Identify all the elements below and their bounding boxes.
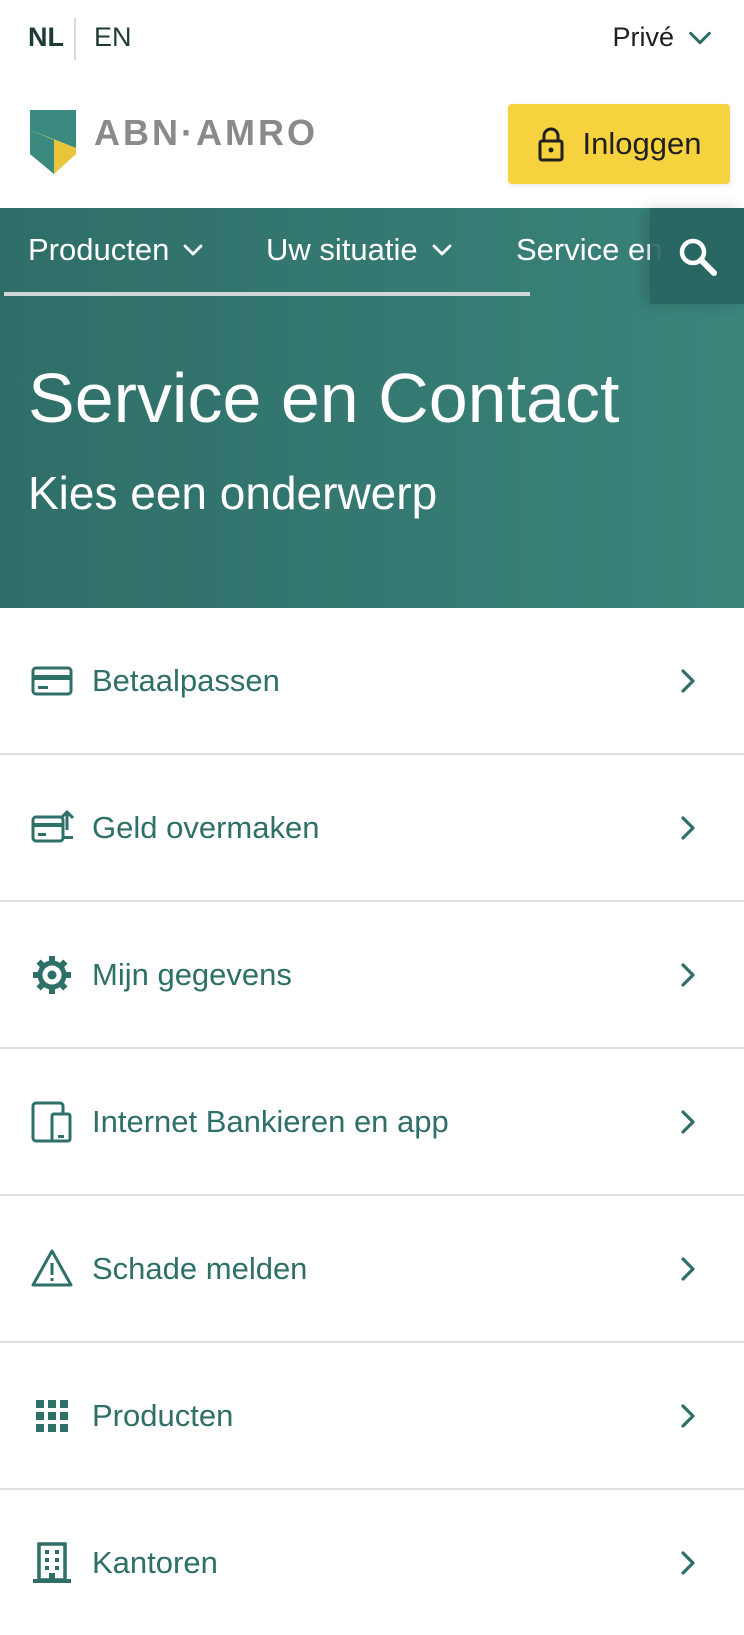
shield-logo-icon — [30, 110, 76, 174]
nav-uw-situatie[interactable]: Uw situatie — [266, 232, 454, 268]
chevron-right-icon — [681, 1550, 695, 1575]
building-icon — [33, 1541, 71, 1583]
list-item-schade-melden[interactable]: Schade melden — [0, 1196, 744, 1343]
devices-icon — [31, 1101, 72, 1142]
nav-producten[interactable]: Producten — [28, 232, 205, 268]
list-item-internet-bankieren[interactable]: Internet Bankieren en app — [0, 1049, 744, 1196]
search-button[interactable] — [650, 208, 744, 304]
card-icon — [31, 666, 73, 695]
list-item-geld-overmaken[interactable]: Geld overmaken — [0, 755, 744, 902]
chevron-right-icon — [681, 1256, 695, 1281]
top-bar: NL EN Privé — [0, 0, 744, 80]
hero-banner: Producten Uw situatie Service en Service… — [0, 208, 744, 608]
grid-icon — [36, 1399, 68, 1432]
chevron-right-icon — [681, 815, 695, 840]
login-label: Inloggen — [582, 126, 702, 161]
page-subtitle: Kies een onderwerp — [28, 467, 438, 519]
chevron-right-icon — [681, 1403, 695, 1428]
segment-label: Privé — [612, 22, 674, 52]
nav-service[interactable]: Service en — [516, 232, 662, 268]
language-divider — [74, 18, 76, 60]
list-item-kantoren[interactable]: Kantoren — [0, 1490, 744, 1635]
list-item-betaalpassen[interactable]: Betaalpassen — [0, 608, 744, 755]
brand-name: ABN·AMRO — [94, 112, 318, 153]
main-nav: Producten Uw situatie Service en — [0, 208, 744, 304]
gear-icon — [33, 955, 71, 994]
nav-label: Service en — [516, 232, 663, 267]
search-icon — [679, 238, 717, 276]
list-item-label: Geld overmaken — [92, 809, 320, 845]
chevron-right-icon — [681, 962, 695, 987]
list-item-label: Schade melden — [92, 1250, 308, 1286]
list-item-label: Producten — [92, 1397, 234, 1433]
chevron-down-icon — [689, 31, 711, 44]
nav-label: Uw situatie — [266, 232, 418, 267]
transfer-icon — [31, 809, 74, 842]
list-item-mijn-gegevens[interactable]: Mijn gegevens — [0, 902, 744, 1049]
language-nl[interactable]: NL — [28, 22, 64, 53]
chevron-down-icon — [432, 244, 452, 256]
list-item-producten[interactable]: Producten — [0, 1343, 744, 1490]
chevron-right-icon — [681, 668, 695, 693]
login-button[interactable]: Inloggen — [508, 104, 730, 184]
warning-icon — [31, 1249, 73, 1286]
brand-logo[interactable]: ABN·AMRO — [30, 110, 315, 178]
list-item-label: Betaalpassen — [92, 662, 280, 698]
list-item-label: Mijn gegevens — [92, 956, 292, 992]
segment-selector[interactable]: Privé — [612, 22, 714, 53]
page-title: Service en Contact — [28, 359, 620, 437]
list-item-label: Kantoren — [92, 1544, 218, 1580]
lock-icon — [538, 127, 564, 162]
list-item-label: Internet Bankieren en app — [92, 1103, 449, 1139]
nav-label: Producten — [28, 232, 170, 267]
topic-list: Betaalpassen Geld overmaken Mijn gegeven… — [0, 608, 744, 1635]
chevron-down-icon — [183, 244, 203, 256]
chevron-right-icon — [681, 1109, 695, 1134]
language-en[interactable]: EN — [94, 22, 132, 53]
nav-active-indicator — [4, 292, 530, 296]
